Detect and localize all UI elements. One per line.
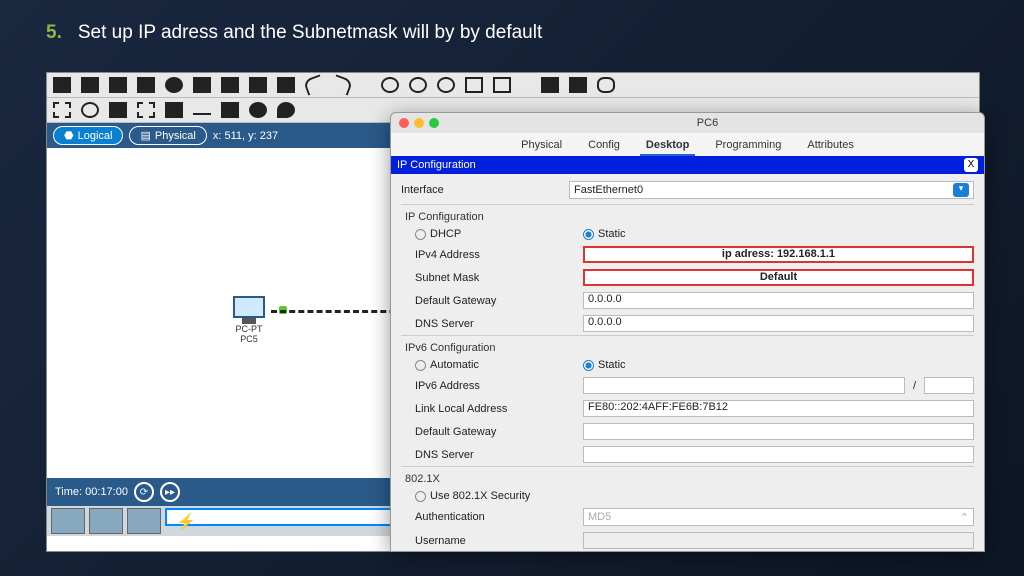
sim-time: Time: 00:17:00 (55, 486, 128, 498)
use-8021x-label: Use 802.1X Security (430, 490, 530, 502)
rect-icon[interactable] (465, 77, 483, 93)
ip-config-dialog: PC6 Physical Config Desktop Programming … (390, 112, 985, 552)
link-local-input[interactable]: FE80::202:4AFF:FE6B:7B12 (583, 400, 974, 417)
ipv4-section: IP Configuration (401, 204, 974, 225)
interface-select[interactable]: FastEthernet0▾ (569, 181, 974, 199)
8021x-section: 802.1X (401, 466, 974, 487)
power-cycle-button[interactable]: ⟳ (134, 482, 154, 502)
undo-icon[interactable] (303, 74, 325, 95)
zoom-in-icon[interactable] (381, 77, 399, 93)
gateway-input[interactable]: 0.0.0.0 (583, 292, 974, 309)
interface-label: Interface (401, 184, 561, 196)
palette-routers[interactable] (51, 508, 85, 534)
dialog-tabs: Physical Config Desktop Programming Attr… (391, 133, 984, 156)
delete-icon[interactable] (109, 102, 127, 118)
paste-icon[interactable] (277, 77, 295, 93)
static-radio[interactable] (583, 229, 594, 240)
close-panel-button[interactable]: X (964, 158, 978, 172)
ipv6-static-radio[interactable] (583, 360, 594, 371)
zoom-reset-icon[interactable] (409, 77, 427, 93)
dropdown-icon: ▾ (953, 183, 969, 197)
ipv6-prefix-input[interactable] (924, 377, 974, 394)
slide-heading: Set up IP adress and the Subnetmask will… (78, 22, 542, 44)
chevron-down-icon: ⌃ (960, 511, 969, 524)
ipv6-section: IPv6 Configuration (401, 335, 974, 356)
logical-view-button[interactable]: ⬣Logical (53, 126, 123, 145)
ipv6-gateway-input[interactable] (583, 423, 974, 440)
dns-input[interactable]: 0.0.0.0 (583, 315, 974, 332)
select-icon[interactable] (53, 102, 71, 118)
open-file-icon[interactable] (81, 77, 99, 93)
palette1-icon[interactable] (569, 77, 587, 93)
search-icon[interactable] (81, 102, 99, 118)
palette2-icon[interactable] (597, 77, 615, 93)
maximize-window-icon[interactable] (429, 118, 439, 128)
username-label: Username (415, 535, 575, 547)
close-window-icon[interactable] (399, 118, 409, 128)
line-icon[interactable] (193, 113, 211, 115)
static-label: Static (598, 228, 626, 240)
palette-switches[interactable] (89, 508, 123, 534)
dialog-titlebar: PC6 (391, 113, 984, 133)
ipv6-auto-radio[interactable] (415, 360, 426, 371)
dhcp-radio[interactable] (415, 229, 426, 240)
fast-forward-button[interactable]: ▸▸ (160, 482, 180, 502)
ipv6-gateway-label: Default Gateway (415, 426, 575, 438)
username-input[interactable] (583, 532, 974, 549)
main-toolbar (47, 73, 979, 98)
dhcp-label: DHCP (430, 228, 461, 240)
save-icon[interactable] (109, 77, 127, 93)
resize-icon[interactable] (137, 102, 155, 118)
ellipse-icon[interactable] (249, 102, 267, 118)
ipv6-address-input[interactable] (583, 377, 905, 394)
ipv6-dns-input[interactable] (583, 446, 974, 463)
tab-desktop[interactable]: Desktop (640, 136, 695, 156)
gateway-label: Default Gateway (415, 295, 575, 307)
dialog-title: PC6 (439, 117, 976, 129)
info-icon[interactable] (165, 77, 183, 93)
ipv6-prefix-slash: / (913, 380, 916, 392)
wizard-icon[interactable] (193, 77, 211, 93)
auth-select[interactable]: MD5⌃ (583, 508, 974, 526)
palette-hubs[interactable] (127, 508, 161, 534)
list-icon[interactable] (493, 77, 511, 93)
note-icon[interactable] (165, 102, 183, 118)
new-file-icon[interactable] (53, 77, 71, 93)
tab-config[interactable]: Config (582, 136, 626, 156)
activity-icon[interactable] (221, 77, 239, 93)
slide-number: 5. (46, 22, 62, 44)
tab-attributes[interactable]: Attributes (801, 136, 859, 156)
ipv6-address-label: IPv6 Address (415, 380, 575, 392)
print-icon[interactable] (137, 77, 155, 93)
panel-title: IP Configuration (397, 159, 476, 171)
copy-icon[interactable] (249, 77, 267, 93)
ipv4-address-label: IPv4 Address (415, 249, 575, 261)
zoom-out-icon[interactable] (437, 77, 455, 93)
tab-physical[interactable]: Physical (515, 136, 568, 156)
square-icon[interactable] (221, 102, 239, 118)
physical-view-button[interactable]: ▤Physical (129, 126, 206, 145)
coords-label: x: 511, y: 237 (213, 130, 278, 142)
subnet-mask-label: Subnet Mask (415, 272, 575, 284)
use-8021x-checkbox[interactable] (415, 491, 426, 502)
notes-icon[interactable] (541, 77, 559, 93)
slide-title: 5. Set up IP adress and the Subnetmask w… (0, 0, 1024, 52)
auth-label: Authentication (415, 511, 575, 523)
device-type: PC-PT (233, 324, 265, 334)
tab-programming[interactable]: Programming (709, 136, 787, 156)
ipv6-static-label: Static (598, 359, 626, 371)
ipv6-dns-label: DNS Server (415, 449, 575, 461)
freeform-icon[interactable] (277, 102, 295, 118)
device-pc5[interactable]: PC-PT PC5 (233, 296, 265, 344)
device-name: PC5 (233, 334, 265, 344)
config-form: Interface FastEthernet0▾ IP Configuratio… (391, 174, 984, 556)
redo-icon[interactable] (331, 74, 353, 95)
ipv6-auto-label: Automatic (430, 359, 479, 371)
link-local-label: Link Local Address (415, 403, 575, 415)
panel-header: IP Configuration X (391, 156, 984, 174)
ipv4-address-input[interactable]: ip adress: 192.168.1.1 (583, 246, 974, 263)
dns-label: DNS Server (415, 318, 575, 330)
minimize-window-icon[interactable] (414, 118, 424, 128)
subnet-mask-input[interactable]: Default (583, 269, 974, 286)
